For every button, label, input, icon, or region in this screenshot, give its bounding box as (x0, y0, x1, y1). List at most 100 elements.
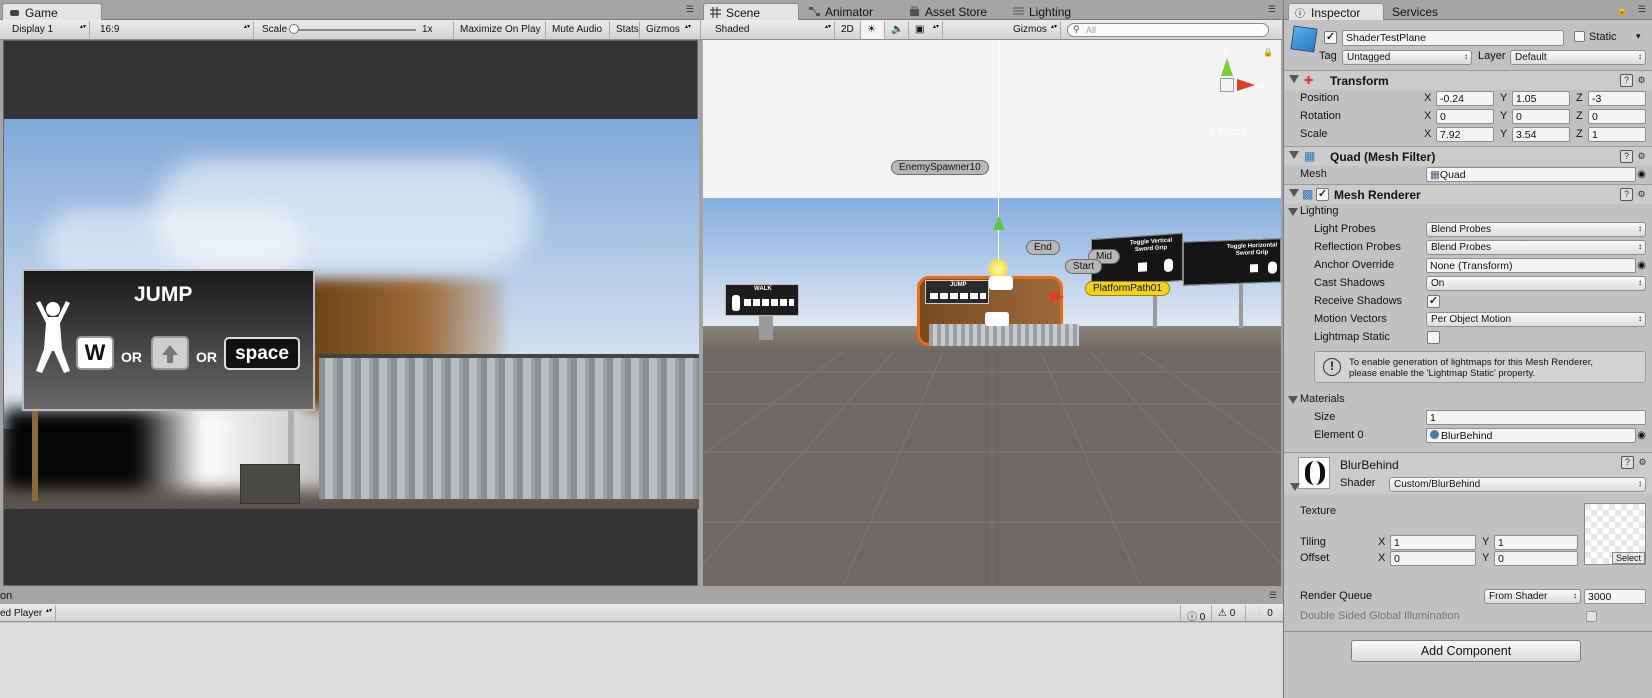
tab-inspector[interactable]: ⓘ Inspector (1288, 3, 1384, 20)
tiling-x-field[interactable]: 1 (1390, 535, 1476, 550)
cast-shadows-dropdown[interactable]: On (1426, 276, 1646, 291)
double-sided-gi-checkbox[interactable] (1586, 611, 1597, 622)
move-gizmo-y-arrow[interactable] (993, 216, 1005, 230)
foldout-arrow-icon[interactable] (1290, 483, 1300, 491)
rotation-z-field[interactable]: 0 (1588, 109, 1646, 124)
mesh-renderer-header[interactable]: ▩ ✓ Mesh Renderer ? ⚙ (1284, 184, 1652, 204)
foldout-arrow-icon[interactable] (1288, 208, 1298, 216)
gizmo-y-cone[interactable] (1221, 58, 1233, 76)
offset-y-field[interactable]: 0 (1494, 551, 1578, 566)
scene-search-input[interactable]: ⚲ All (1067, 23, 1269, 37)
tab-animator[interactable]: Animator (803, 3, 881, 20)
tab-lighting[interactable]: Lighting (1007, 3, 1079, 20)
help-icon[interactable]: ? (1621, 456, 1634, 469)
mesh-filter-header[interactable]: ▦ Quad (Mesh Filter) ? ⚙ (1284, 146, 1652, 166)
reflection-probes-dropdown[interactable]: Blend Probes (1426, 240, 1646, 255)
panel-menu-icon[interactable]: ☰ (686, 4, 694, 15)
mode-2d-toggle[interactable]: 2D (835, 21, 861, 39)
gear-icon[interactable]: ⚙ (1636, 457, 1649, 470)
static-checkbox[interactable] (1574, 31, 1585, 42)
offset-x-field[interactable]: 0 (1390, 551, 1476, 566)
mesh-renderer-enabled-checkbox[interactable]: ✓ (1316, 188, 1329, 201)
connected-player-dropdown[interactable]: ed Player (0, 605, 56, 623)
light-probes-dropdown[interactable]: Blend Probes (1426, 222, 1646, 237)
tag-dropdown[interactable]: Untagged (1342, 50, 1472, 65)
end-label[interactable]: End (1026, 240, 1060, 255)
layer-dropdown[interactable]: Default (1510, 50, 1646, 65)
game-gizmos-dropdown[interactable]: Gizmos (640, 21, 694, 39)
foldout-arrow-icon[interactable] (1288, 396, 1298, 404)
gizmo-center-cube[interactable] (1220, 78, 1234, 92)
gear-icon[interactable]: ⚙ (1635, 151, 1648, 164)
scale-y-field[interactable]: 3.54 (1512, 127, 1570, 142)
element0-field[interactable]: BlurBehind (1426, 428, 1636, 443)
console-log-area[interactable] (0, 623, 1283, 698)
enemy-spawner-label[interactable]: EnemySpawner10 (891, 160, 989, 175)
aspect-dropdown[interactable]: 16:9 (94, 21, 254, 39)
scene-lighting-toggle[interactable]: ☀ (861, 21, 885, 39)
scene-viewport[interactable]: WALK JUMP Toggle Vertical Sword Grip Tog… (703, 40, 1281, 586)
warning-count-toggle[interactable]: ⚠ 0 (1212, 605, 1246, 623)
position-y-field[interactable]: 1.05 (1512, 91, 1570, 106)
position-z-field[interactable]: -3 (1588, 91, 1646, 106)
help-icon[interactable]: ? (1620, 150, 1633, 163)
tab-services[interactable]: Services (1384, 3, 1446, 20)
move-gizmo-x-arrow[interactable] (1050, 291, 1064, 303)
gear-icon[interactable]: ⚙ (1635, 75, 1648, 88)
object-picker-icon[interactable]: ◉ (1637, 260, 1646, 271)
lock-icon[interactable]: 🔒 (1617, 5, 1628, 16)
help-icon[interactable]: ? (1620, 188, 1633, 201)
rotation-x-field[interactable]: 0 (1436, 109, 1494, 124)
anchor-override-field[interactable]: None (Transform) (1426, 258, 1636, 273)
scale-z-field[interactable]: 1 (1588, 127, 1646, 142)
help-icon[interactable]: ? (1620, 74, 1633, 87)
render-queue-field[interactable]: 3000 (1584, 589, 1646, 604)
platform-path-label[interactable]: PlatformPath01 (1085, 281, 1170, 296)
gear-icon[interactable]: ⚙ (1635, 189, 1648, 202)
foldout-arrow-icon[interactable] (1289, 75, 1299, 83)
console-tab-partial[interactable]: on (0, 590, 12, 602)
shading-mode-dropdown[interactable]: Shaded (709, 21, 835, 39)
render-queue-dropdown[interactable]: From Shader (1484, 589, 1581, 604)
panel-menu-icon[interactable]: ☰ (1268, 4, 1276, 15)
materials-foldout[interactable]: Materials (1284, 391, 1652, 409)
stats-toggle[interactable]: Stats (610, 21, 640, 39)
tab-game[interactable]: Game (2, 3, 102, 20)
mute-audio-toggle[interactable]: Mute Audio (546, 21, 610, 39)
position-x-field[interactable]: -0.24 (1436, 91, 1494, 106)
materials-size-field[interactable]: 1 (1426, 410, 1646, 425)
game-viewport[interactable]: JUMP W OR OR space (3, 40, 699, 586)
mesh-field[interactable]: ▦Quad (1426, 167, 1636, 182)
gizmo-neg-x-cone[interactable] (1199, 79, 1217, 91)
scale-x-field[interactable]: 7.92 (1436, 127, 1494, 142)
display-dropdown[interactable]: Display 1 (6, 21, 90, 39)
gizmo-x-cone[interactable] (1237, 79, 1255, 91)
message-count-toggle[interactable]: ❕ 0 (1246, 605, 1280, 623)
tab-asset-store[interactable]: Asset Store (903, 3, 995, 20)
lighting-foldout[interactable]: Lighting (1284, 203, 1652, 221)
receive-shadows-checkbox[interactable]: ✓ (1427, 295, 1440, 308)
motion-vectors-dropdown[interactable]: Per Object Motion (1426, 312, 1646, 327)
lightmap-static-checkbox[interactable] (1427, 331, 1440, 344)
lock-icon[interactable]: 🔒 (1263, 48, 1273, 57)
foldout-arrow-icon[interactable] (1289, 189, 1299, 197)
material-header[interactable]: BlurBehind Shader Custom/BlurBehind ?⚙ (1284, 452, 1652, 494)
foldout-arrow-icon[interactable] (1289, 151, 1299, 159)
object-picker-icon[interactable]: ◉ (1637, 169, 1646, 180)
transform-header[interactable]: ✚ Transform ? ⚙ (1284, 70, 1652, 90)
tiling-y-field[interactable]: 1 (1494, 535, 1578, 550)
scene-gizmos-dropdown[interactable]: Gizmos (1007, 21, 1061, 39)
shader-dropdown[interactable]: Custom/BlurBehind (1389, 477, 1646, 492)
object-name-field[interactable]: ShaderTestPlane (1342, 30, 1564, 46)
tab-scene[interactable]: Scene (703, 3, 799, 20)
maximize-on-play-toggle[interactable]: Maximize On Play (454, 21, 546, 39)
object-picker-icon[interactable]: ◉ (1637, 430, 1646, 441)
orientation-gizmo[interactable]: y x < Persp (1181, 46, 1271, 142)
rotation-y-field[interactable]: 0 (1512, 109, 1570, 124)
error-count-toggle[interactable]: ⓘ 0 (1180, 605, 1212, 623)
scale-slider-thumb[interactable] (289, 24, 299, 34)
panel-menu-icon[interactable]: ☰ (1269, 590, 1277, 601)
scene-effects-dropdown[interactable]: ▣ (909, 21, 943, 39)
panel-menu-icon[interactable]: ☰ (1638, 4, 1646, 15)
scene-audio-toggle[interactable]: 🔈 (885, 21, 909, 39)
